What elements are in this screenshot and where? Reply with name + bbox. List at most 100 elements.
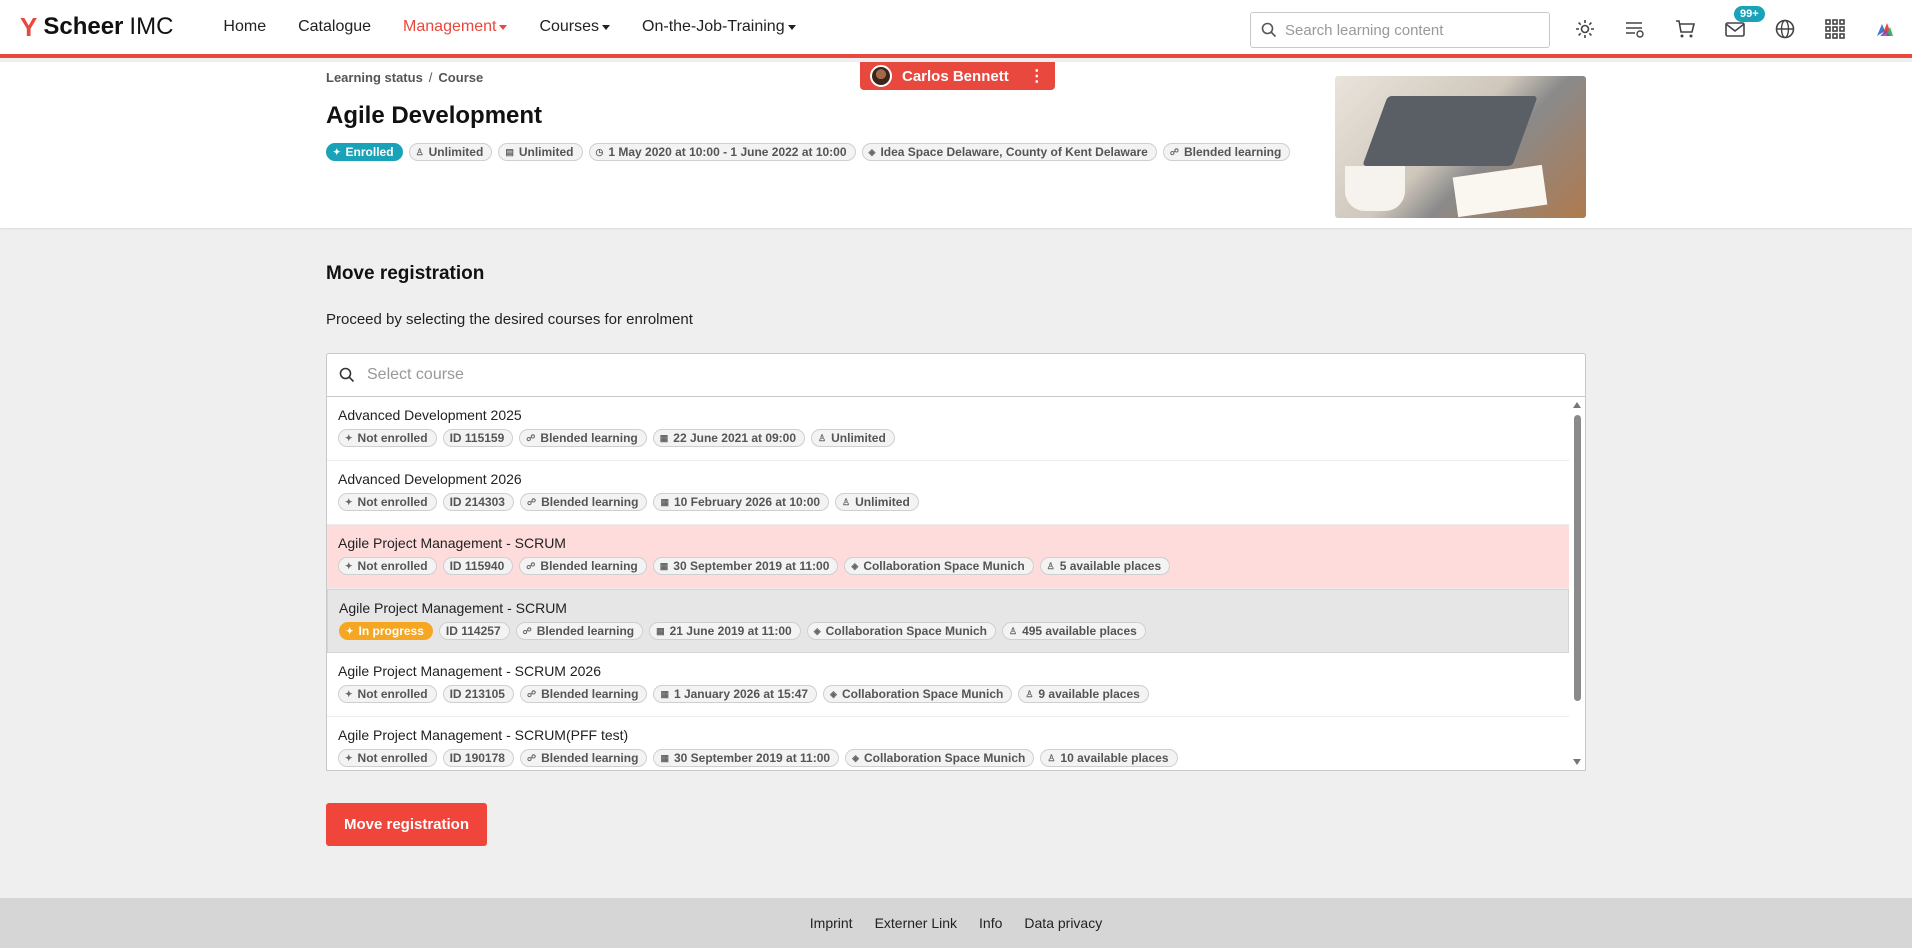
nav-ojt-label: On-the-Job-Training xyxy=(642,18,785,35)
course-select-input[interactable] xyxy=(367,366,1467,384)
course-title: Advanced Development 2025 xyxy=(338,407,522,423)
course-title: Agile Project Management - SCRUM xyxy=(338,535,566,551)
nav-management-label: Management xyxy=(403,18,497,35)
nav-catalogue[interactable]: Catalogue xyxy=(282,18,387,36)
course-options-list: Advanced Development 2025 ✦ Not enrolled ID… xyxy=(326,397,1586,771)
chip-label: Blended learning xyxy=(541,495,639,509)
course-attributes: ✦ In progress ID 114257 ☍ Blended learning ▦ 2… xyxy=(339,622,1568,640)
attribute-chip: ID 214303 xyxy=(442,493,514,511)
chip-label: 1 January 2026 at 15:47 xyxy=(673,687,809,701)
course-image xyxy=(1335,76,1586,218)
attribute-chip: ▦ 1 January 2026 at 15:47 xyxy=(653,685,818,703)
location-icon: ◈ xyxy=(852,752,859,763)
chip-label: Enrolled xyxy=(345,145,394,159)
learning-type-chip: ☍ Blended learning xyxy=(1162,143,1291,161)
attribute-chip: ID 114257 xyxy=(438,622,510,640)
nav-management[interactable]: Management xyxy=(387,18,523,36)
course-attributes: ✦ Enrolled ♙ Unlimited ▤ Unlimited ◷ 1 May 2… xyxy=(326,143,1291,161)
list-item[interactable]: Advanced Development 2026 ✦ Not enrolled ID… xyxy=(327,461,1569,525)
status-badge: ✦ Not enrolled xyxy=(338,493,437,511)
chip-label: 495 available places xyxy=(1022,624,1137,638)
cart-icon[interactable] xyxy=(1672,16,1698,42)
status-icon: ✦ xyxy=(345,560,353,571)
attribute-chip: ♙ 5 available places xyxy=(1039,557,1171,575)
seat-icon: ♙ xyxy=(1009,625,1018,636)
list-item[interactable]: Agile Project Management - SCRUM ✦ Not enr… xyxy=(327,525,1569,589)
breadcrumb-learning-status[interactable]: Learning status xyxy=(326,70,423,85)
course-header: Learning status / Course Carlos Bennett ⋮ … xyxy=(0,62,1912,228)
search-input[interactable] xyxy=(1285,21,1525,39)
list-item[interactable]: Agile Project Management - SCRUM 2026 ✦ No… xyxy=(327,653,1569,717)
nav-courses[interactable]: Courses xyxy=(523,18,626,36)
impersonated-user-tab[interactable]: Carlos Bennett ⋮ xyxy=(860,62,1055,90)
chip-label: In progress xyxy=(358,624,424,638)
course-select xyxy=(326,353,1586,397)
seats-chip: ♙ Unlimited xyxy=(408,143,493,161)
nav-home-label: Home xyxy=(223,18,267,35)
seat-icon: ♙ xyxy=(842,496,851,507)
scrollbar-thumb[interactable] xyxy=(1574,415,1581,701)
attribute-chip: ID 190178 xyxy=(442,749,514,767)
user-name: Carlos Bennett xyxy=(902,67,1009,85)
mail-icon[interactable]: 99+ xyxy=(1722,6,1765,42)
gear-icon[interactable] xyxy=(1572,16,1598,42)
scroll-up-icon[interactable] xyxy=(1573,402,1581,408)
attribute-chip: ☍ Blended learning xyxy=(519,493,648,511)
search-icon xyxy=(339,367,355,383)
apps-grid-icon[interactable] xyxy=(1822,16,1848,42)
chip-label: 9 available places xyxy=(1038,687,1140,701)
chip-label: Not enrolled xyxy=(357,751,428,765)
attribute-chip: ▦ 30 September 2019 at 11:00 xyxy=(652,557,839,575)
chip-label: ID 190178 xyxy=(449,751,505,765)
list-item[interactable]: Agile Project Management - SCRUM ✦ In prog… xyxy=(327,589,1569,653)
chip-label: Collaboration Space Munich xyxy=(863,559,1025,573)
footer-link-external[interactable]: Externer Link xyxy=(864,915,968,931)
footer-link-privacy[interactable]: Data privacy xyxy=(1013,915,1113,931)
footer-link-info[interactable]: Info xyxy=(968,915,1013,931)
blended-icon: ☍ xyxy=(522,625,532,636)
chip-label: Collaboration Space Munich xyxy=(863,751,1026,765)
more-options-icon[interactable]: ⋮ xyxy=(1029,66,1045,86)
footer-link-imprint[interactable]: Imprint xyxy=(799,915,864,931)
attribute-chip: ID 115940 xyxy=(442,557,514,575)
attribute-chip: ☍ Blended learning xyxy=(515,622,644,640)
chip-label: 1 May 2020 at 10:00 - 1 June 2022 at 10:… xyxy=(608,145,847,159)
nav-catalogue-label: Catalogue xyxy=(298,18,372,35)
brand-logo[interactable]: Υ Scheer IMC xyxy=(20,12,173,43)
globe-icon[interactable] xyxy=(1772,16,1798,42)
list-item[interactable]: Agile Project Management - SCRUM(PFF tes… xyxy=(327,717,1569,770)
nav-on-the-job-training[interactable]: On-the-Job-Training xyxy=(626,18,812,36)
course-attributes: ✦ Not enrolled ID 190178 ☍ Blended learning ▦… xyxy=(338,749,1569,767)
chip-label: Blended learning xyxy=(536,624,635,638)
location-icon: ◈ xyxy=(851,560,859,571)
chip-label: Unlimited xyxy=(518,145,574,159)
attribute-chip: ▦ 30 September 2019 at 11:00 xyxy=(653,749,840,767)
chip-label: 30 September 2019 at 11:00 xyxy=(673,559,830,573)
search-bar xyxy=(1250,12,1550,48)
chip-label: Blended learning xyxy=(541,751,639,765)
chip-label: Unlimited xyxy=(831,431,886,445)
course-title: Agile Project Management - SCRUM 2026 xyxy=(338,663,602,679)
brand-icon[interactable] xyxy=(1872,16,1898,42)
status-icon: ✦ xyxy=(345,432,353,443)
notification-badge: 99+ xyxy=(1734,6,1765,22)
top-icon-group: 99+ xyxy=(1572,6,1898,42)
attribute-chip: ▦ 22 June 2021 at 09:00 xyxy=(652,429,806,447)
learning-list-icon[interactable] xyxy=(1622,16,1648,42)
breadcrumb-course[interactable]: Course xyxy=(438,70,483,85)
logo-mark-icon: Υ xyxy=(20,11,38,42)
nav-home[interactable]: Home xyxy=(207,18,282,36)
search-icon xyxy=(1261,22,1277,38)
scrollbar[interactable] xyxy=(1569,397,1585,770)
chip-label: Not enrolled xyxy=(357,687,428,701)
attribute-chip: ♙ 9 available places xyxy=(1018,685,1149,703)
chip-label: Blended learning xyxy=(1183,145,1282,159)
move-registration-button[interactable]: Move registration xyxy=(326,803,487,846)
chevron-down-icon xyxy=(602,24,611,30)
course-attributes: ✦ Not enrolled ID 115159 ☍ Blended learning ▦… xyxy=(338,429,1569,447)
scroll-down-icon[interactable] xyxy=(1573,759,1581,765)
blended-icon: ☍ xyxy=(526,496,537,507)
chevron-down-icon xyxy=(787,24,796,30)
list-item[interactable]: Advanced Development 2025 ✦ Not enrolled ID… xyxy=(327,397,1569,461)
status-badge: ✦ In progress xyxy=(339,622,433,640)
